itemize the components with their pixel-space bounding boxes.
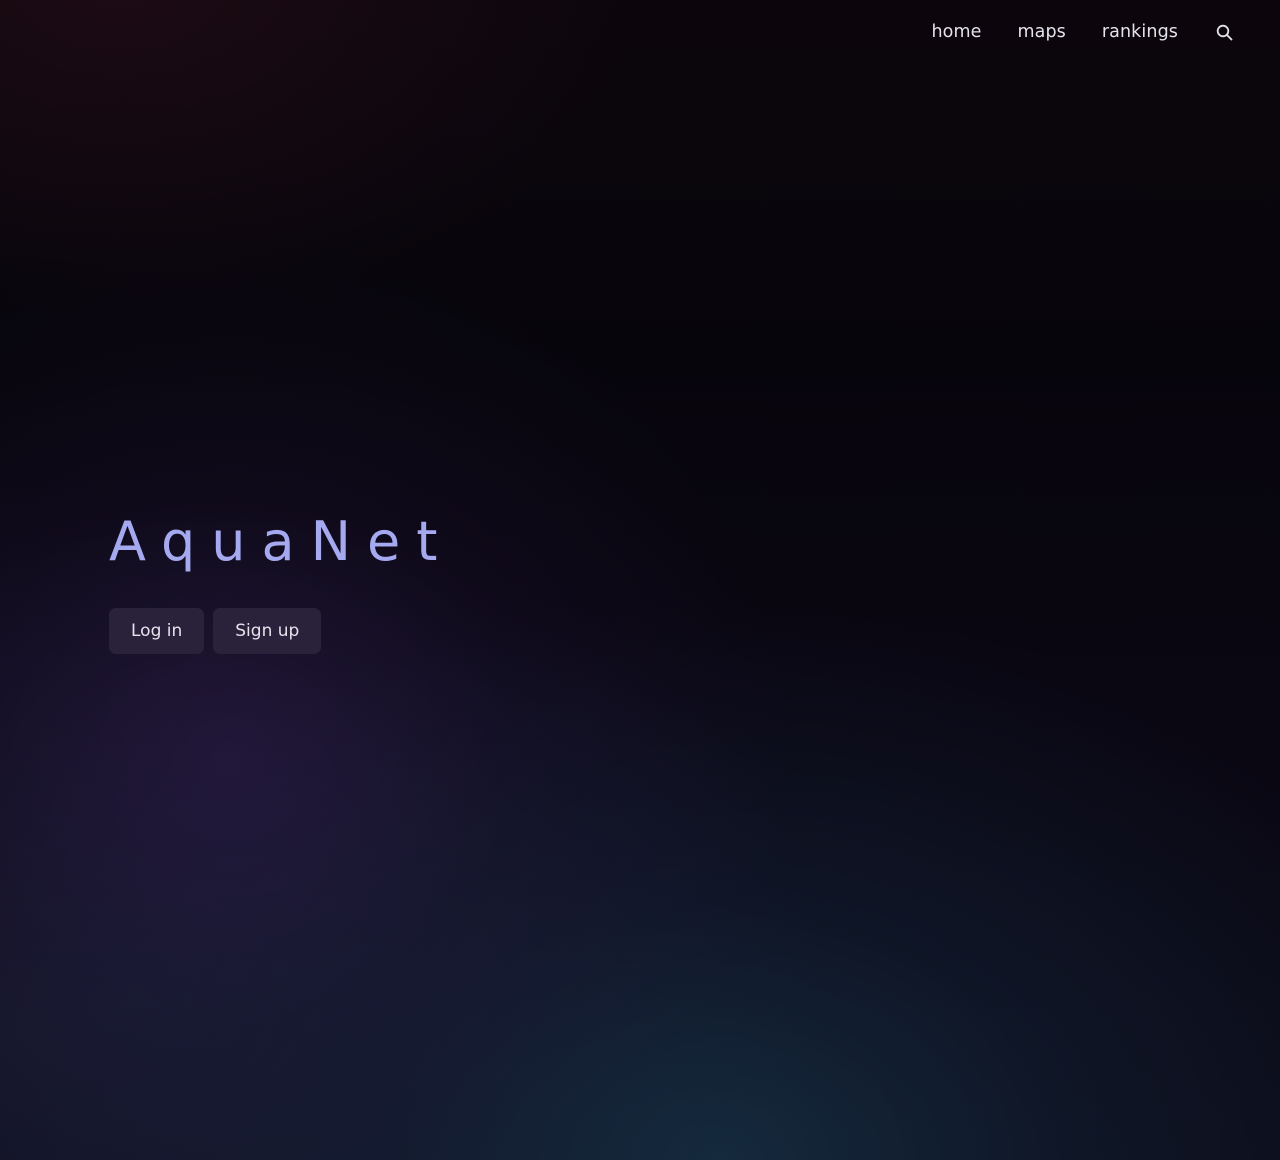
nav-link-maps[interactable]: maps xyxy=(999,16,1083,48)
nav-link-home[interactable]: home xyxy=(913,16,999,48)
search-icon[interactable] xyxy=(1212,20,1236,44)
login-button[interactable]: Log in xyxy=(109,608,205,654)
auth-actions: Log in Sign up xyxy=(109,608,453,654)
signup-button[interactable]: Sign up xyxy=(213,608,322,654)
site-title: AquaNet xyxy=(109,510,454,573)
search-icon-graphic xyxy=(1216,24,1232,40)
hero-section: AquaNet Log in Sign up xyxy=(109,506,453,654)
top-nav: home maps rankings xyxy=(913,14,1236,50)
nav-link-rankings[interactable]: rankings xyxy=(1084,16,1196,48)
